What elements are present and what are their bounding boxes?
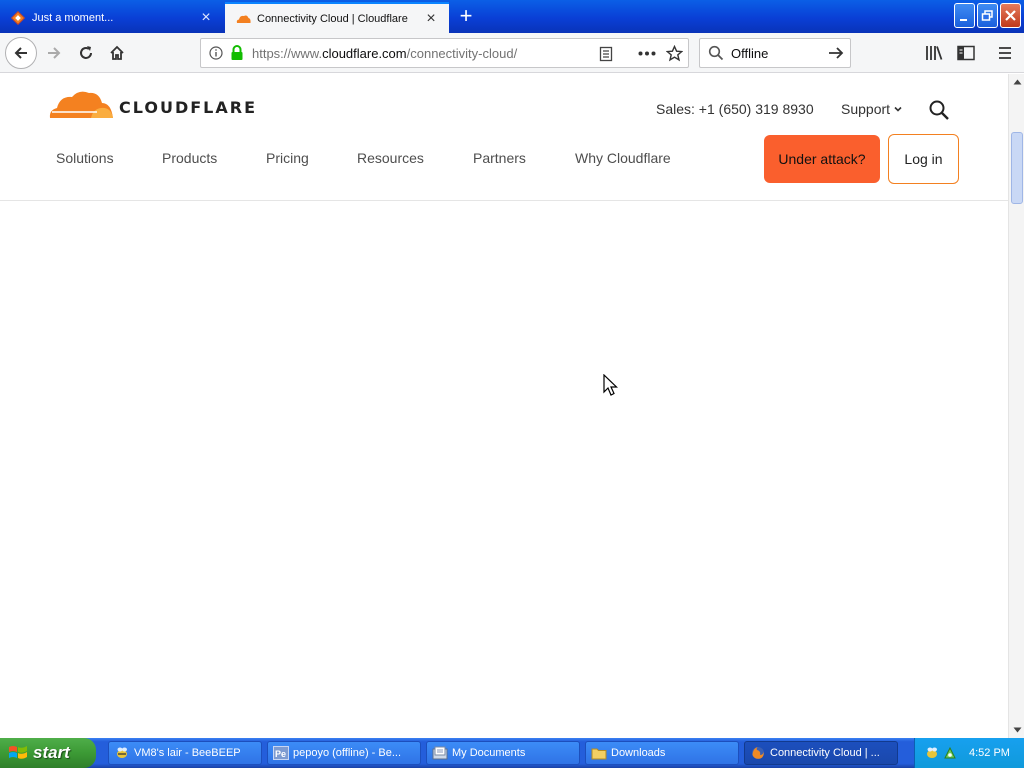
nav-partners[interactable]: Partners [473,150,526,166]
search-icon [708,45,724,61]
cloudflare-challenge-favicon-icon [10,10,26,26]
sidebar-toggle-icon[interactable] [957,45,975,61]
hamburger-menu-icon[interactable] [998,45,1012,61]
clock[interactable]: 4:52 PM [969,747,1010,759]
windows-logo-icon [9,746,27,759]
chevron-down-icon [894,106,902,112]
new-tab-icon[interactable]: + [455,5,477,28]
page-actions-icon[interactable] [638,51,656,56]
start-button[interactable]: start [0,738,96,768]
sales-phone-link[interactable]: Sales: +1 (650) 319 8930 [656,101,814,117]
site-search-icon[interactable] [928,99,950,121]
page-viewport: CLOUDFLARE Sales: +1 (650) 319 8930 Supp… [0,74,1008,738]
beebeep-icon [114,745,130,761]
address-bar[interactable]: https://www.cloudflare.com/connectivity-… [200,38,689,68]
browser-tab-strip: Just a moment... × Connectivity Cloud | … [0,0,1024,33]
taskbar-item-pepoyo[interactable]: Pe pepoyo (offline) - Be... [267,741,421,765]
taskbar-item-connectivity-cloud[interactable]: Connectivity Cloud | ... [744,741,898,765]
taskbar: start VM8's lair - BeeBEEP Pe pepoyo (of… [0,738,1024,768]
library-icon[interactable] [925,45,943,61]
back-arrow-icon [14,47,27,59]
navigation-toolbar: https://www.cloudflare.com/connectivity-… [0,33,1024,73]
forward-arrow-icon [48,47,61,59]
mouse-pointer-icon [603,374,618,396]
lock-icon[interactable] [230,45,244,61]
nav-resources[interactable]: Resources [357,150,424,166]
tab-title: Connectivity Cloud | Cloudflare [257,12,408,25]
under-attack-button[interactable]: Under attack? [764,135,880,183]
taskbar-item-my-documents[interactable]: My Documents [426,741,580,765]
restore-window-button[interactable] [977,3,998,28]
tab-title: Just a moment... [32,11,114,24]
close-tab-icon[interactable]: × [198,9,214,26]
support-label: Support [841,101,891,117]
taskbar-item-beebeep-lair[interactable]: VM8's lair - BeeBEEP [108,741,262,765]
url-text: https://www.cloudflare.com/connectivity-… [252,46,518,61]
nav-products[interactable]: Products [162,150,217,166]
home-button[interactable] [103,39,131,67]
close-window-button[interactable] [1000,3,1021,28]
forward-button[interactable] [40,39,68,67]
cloudflare-favicon-icon [235,11,251,27]
start-label: start [33,743,70,762]
taskbar-item-label: pepoyo (offline) - Be... [293,747,402,759]
firefox-icon [750,745,766,761]
tab-connectivity-cloud[interactable]: Connectivity Cloud | Cloudflare × [225,2,449,33]
minimize-window-button[interactable] [954,3,975,28]
taskbar-item-downloads[interactable]: Downloads [585,741,739,765]
login-button[interactable]: Log in [888,134,959,184]
cloudflare-cloud-icon [49,91,113,118]
taskbar-item-label: Downloads [611,747,666,759]
scroll-down-arrow-icon[interactable] [1010,722,1024,738]
info-icon[interactable] [209,46,223,60]
scroll-up-arrow-icon[interactable] [1010,74,1024,90]
folder-icon [591,745,607,761]
beebeep-tray-icon[interactable] [925,746,939,760]
home-icon [110,45,124,60]
taskbar-item-label: My Documents [452,747,526,759]
vertical-scrollbar[interactable] [1008,74,1024,738]
svg-text:Pe: Pe [275,749,286,759]
logo-wordmark: CLOUDFLARE [119,97,257,117]
search-input-value: Offline [731,46,769,61]
nav-pricing[interactable]: Pricing [266,150,309,166]
go-arrow-icon[interactable] [828,45,844,61]
support-menu[interactable]: Support [841,101,903,117]
reload-button[interactable] [72,39,100,67]
tab-just-a-moment[interactable]: Just a moment... × [0,2,224,33]
pe-icon: Pe [273,745,289,761]
cloudflare-logo[interactable]: CLOUDFLARE [47,88,257,120]
header-divider [0,200,1008,201]
system-tray: 4:52 PM [914,738,1024,768]
search-bar[interactable]: Offline [699,38,851,68]
back-button[interactable] [5,37,37,69]
taskbar-item-label: VM8's lair - BeeBEEP [134,747,241,759]
taskbar-item-label: Connectivity Cloud | ... [770,747,880,759]
reload-icon [80,46,92,59]
close-tab-icon[interactable]: × [423,10,439,27]
nav-why-cloudflare[interactable]: Why Cloudflare [575,150,671,166]
scrollbar-thumb[interactable] [1011,132,1023,204]
bookmark-star-icon[interactable] [666,45,683,62]
network-tray-icon[interactable] [943,746,957,760]
reader-view-icon[interactable] [599,46,613,62]
documents-icon [432,745,448,761]
nav-solutions[interactable]: Solutions [56,150,114,166]
